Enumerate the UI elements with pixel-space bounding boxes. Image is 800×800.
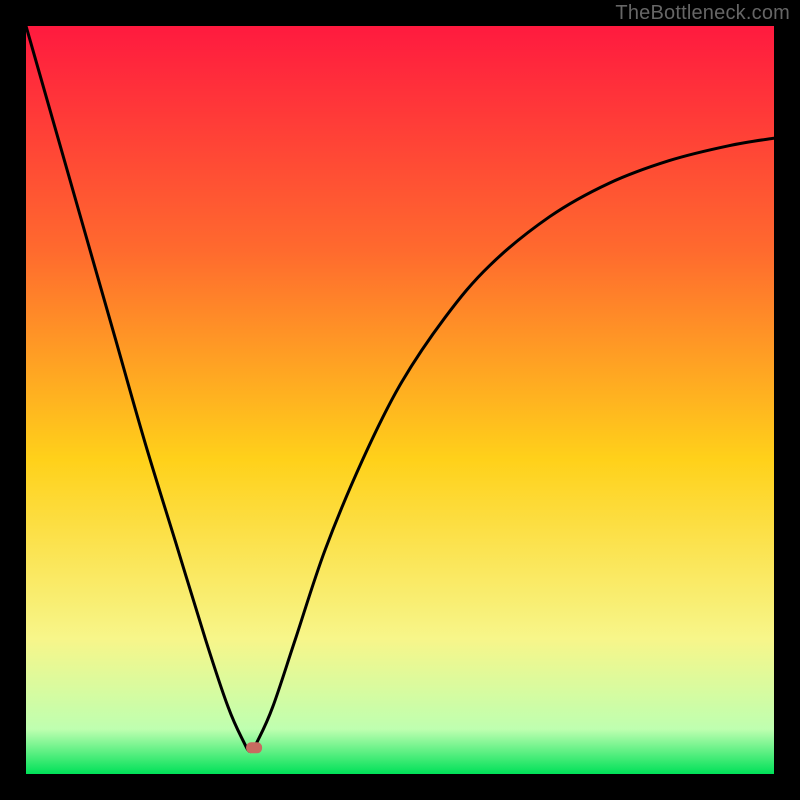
watermark-text: TheBottleneck.com [615,2,790,25]
chart-plot-area [26,26,774,774]
chart-svg [26,26,774,774]
optimum-marker [246,742,262,753]
chart-frame: TheBottleneck.com [0,0,800,800]
gradient-background [26,26,774,774]
